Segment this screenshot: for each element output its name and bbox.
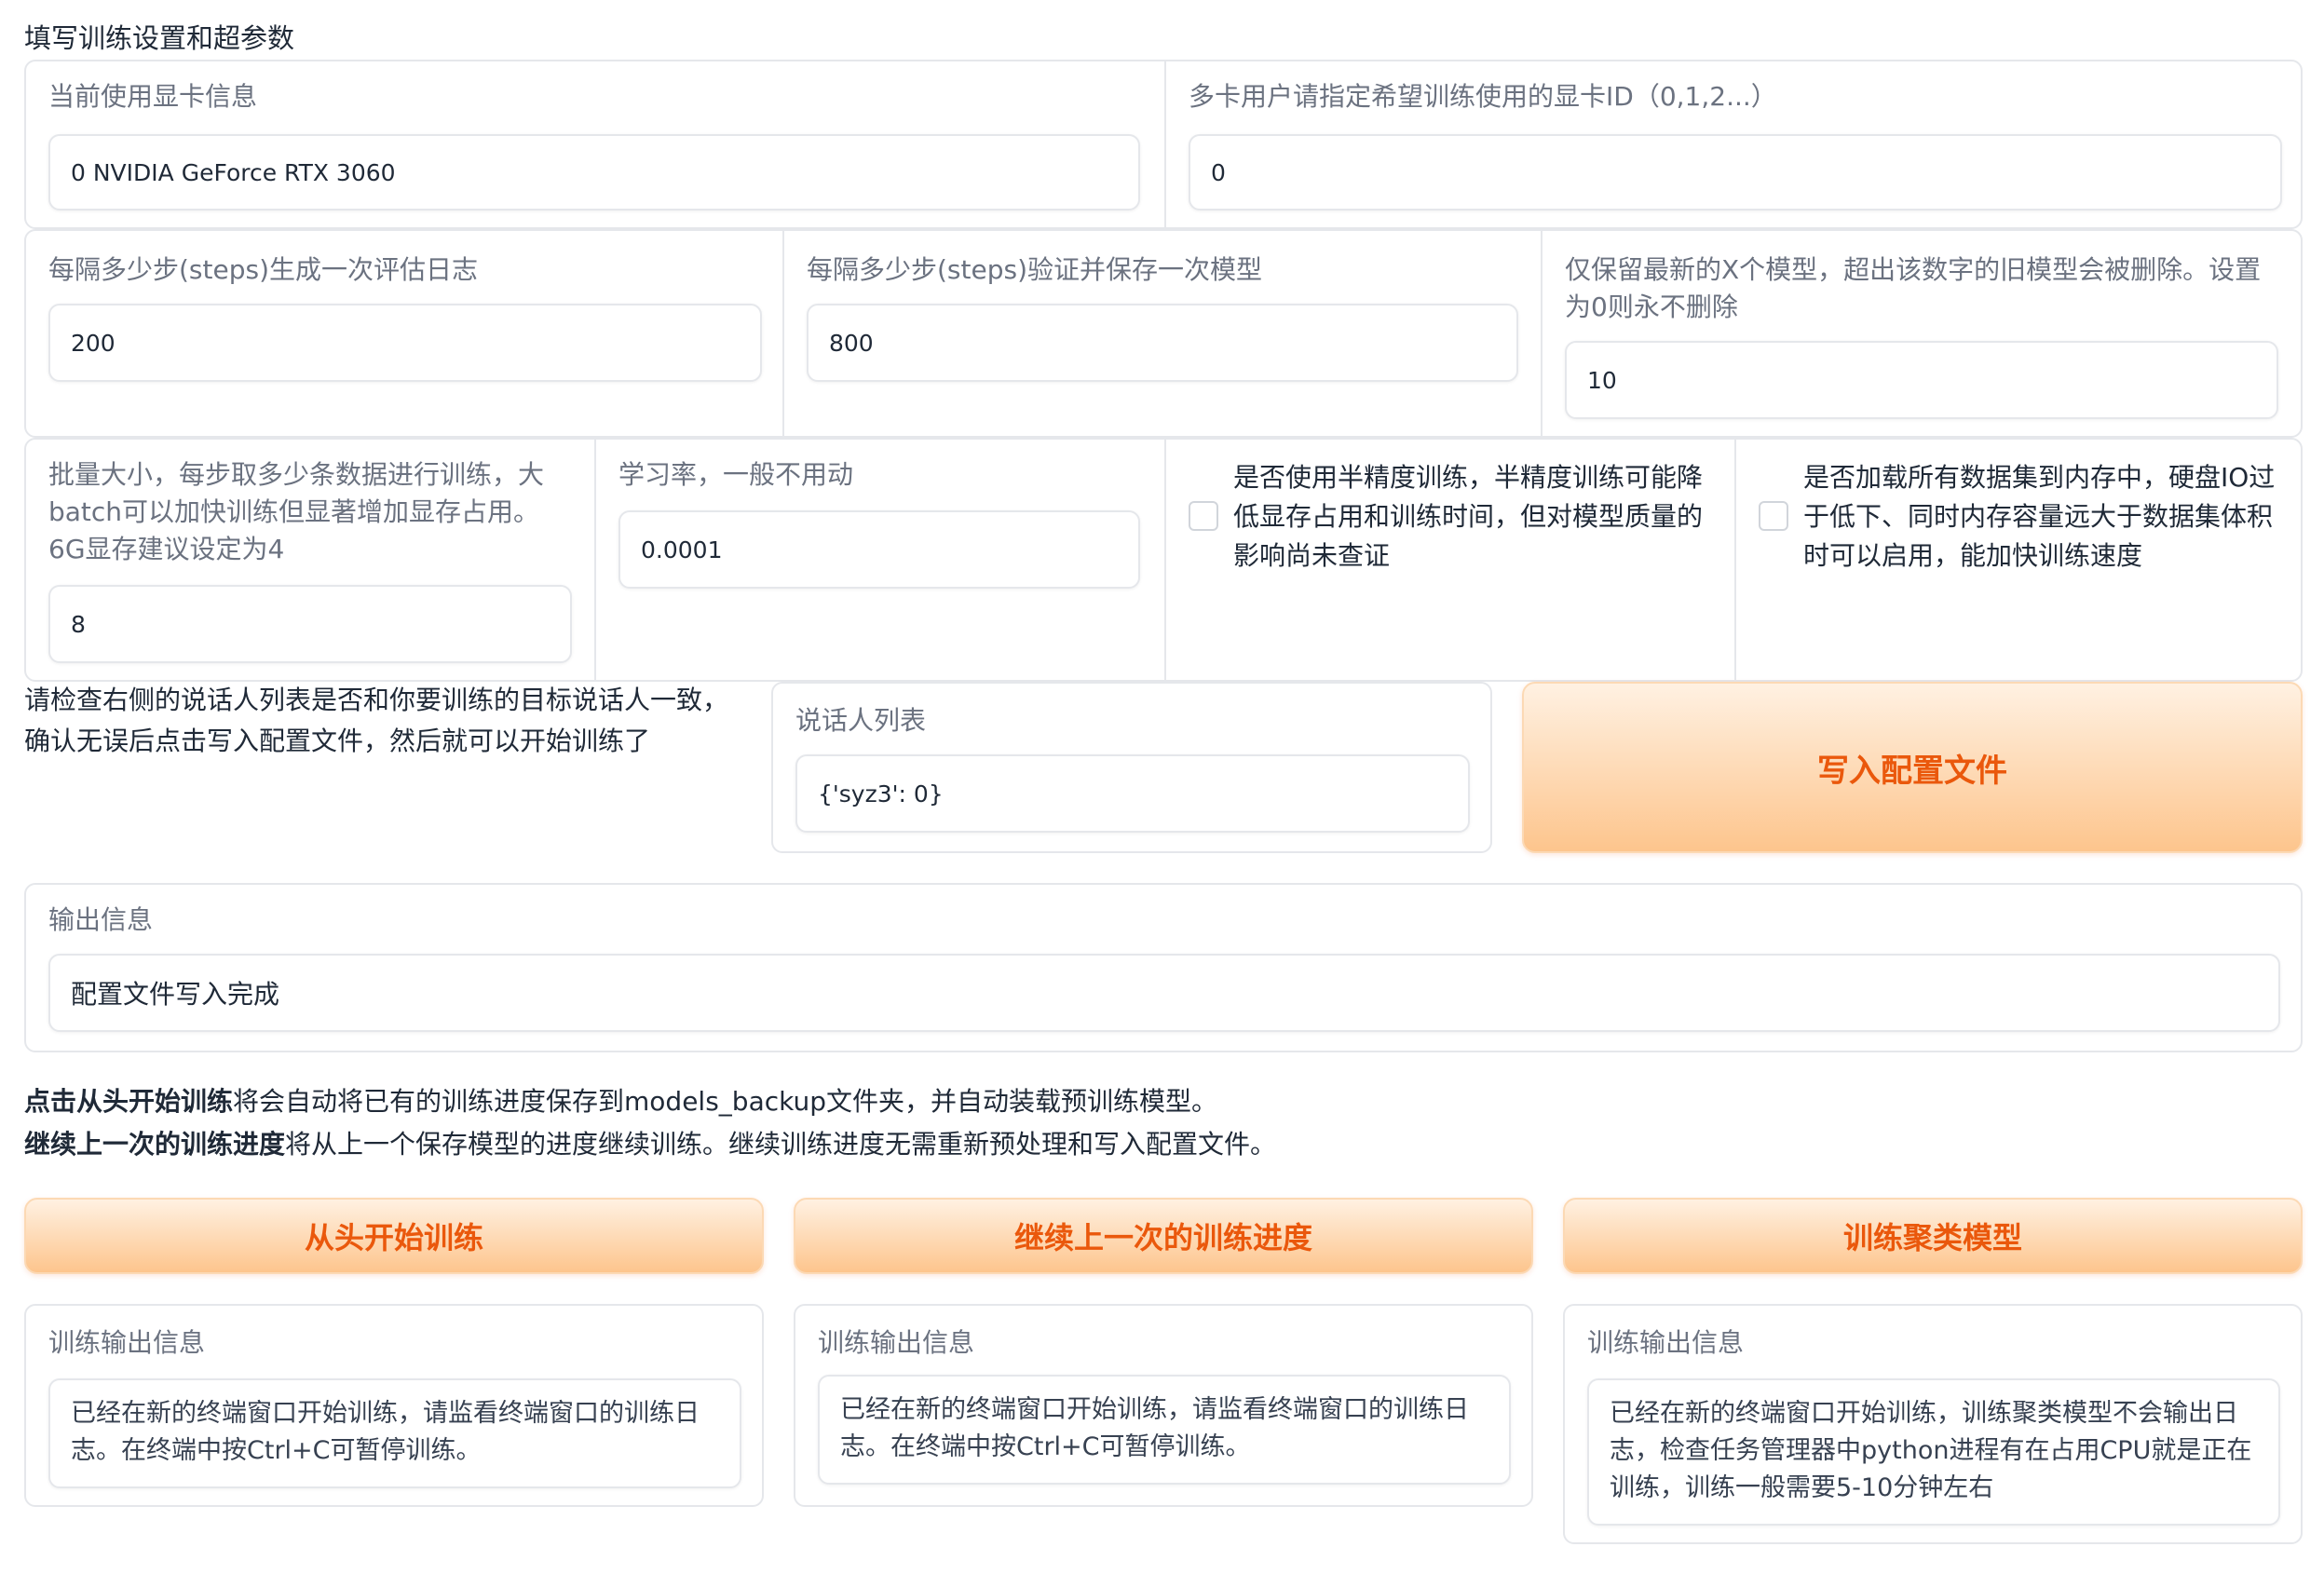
train-output-panel-3: 训练输出信息 已经在新的终端窗口开始训练，训练聚类模型不会输出日志，检查任务管理…: [1563, 1304, 2303, 1544]
train-cluster-model-button[interactable]: 训练聚类模型: [1563, 1198, 2303, 1274]
output-panel: 输出信息 配置文件写入完成: [24, 883, 2303, 1052]
learning-rate-cell: 学习率，一般不用动 0.0001: [596, 440, 1166, 680]
load-all-data-label: 是否加载所有数据集到内存中，硬盘IO过于低下、同时内存容量远大于数据集体积时可以…: [1803, 462, 2276, 571]
keep-models-label: 仅保留最新的X个模型，超出该数字的旧模型会被删除。设置为0则永不删除: [1565, 254, 2262, 322]
eval-interval-label: 每隔多少步(steps)验证并保存一次模型: [807, 254, 1263, 285]
speakers-label: 说话人列表: [795, 705, 927, 736]
keep-models-input[interactable]: 10: [1565, 341, 2278, 419]
train-output-label-2: 训练输出信息: [818, 1327, 975, 1358]
train-output-panel-2: 训练输出信息 已经在新的终端窗口开始训练，请监看终端窗口的训练日志。在终端中按C…: [794, 1304, 1533, 1507]
log-interval-cell: 每隔多少步(steps)生成一次评估日志 200: [26, 231, 784, 436]
speakers-panel: 说话人列表 {'syz3': 0}: [771, 682, 1492, 853]
note-line-2-bold: 继续上一次的训练进度: [24, 1129, 286, 1160]
note-line-1-bold: 点击从头开始训练: [24, 1086, 234, 1117]
log-interval-label: 每隔多少步(steps)生成一次评估日志: [48, 254, 479, 285]
check-hint-text: 请检查右侧的说话人列表是否和你要训练的目标说话人一致，确认无误后点击写入配置文件…: [24, 685, 729, 756]
output-label: 输出信息: [48, 904, 154, 935]
batch-size-label: 批量大小，每步取多少条数据进行训练，大batch可以加快训练但显著增加显存占用。…: [48, 459, 545, 564]
training-notes: 点击从头开始训练将会自动将已有的训练进度保存到models_backup文件夹，…: [24, 1080, 2297, 1166]
batch-size-cell: 批量大小，每步取多少条数据进行训练，大batch可以加快训练但显著增加显存占用。…: [26, 440, 596, 680]
write-config-button[interactable]: 写入配置文件: [1522, 682, 2303, 853]
section-title: 填写训练设置和超参数: [24, 22, 295, 54]
fp16-cell: 是否使用半精度训练，半精度训练可能降低显存占用和训练时间，但对模型质量的影响尚未…: [1166, 440, 1736, 680]
speakers-field[interactable]: {'syz3': 0}: [795, 754, 1470, 833]
note-line-2-text: 将从上一个保存模型的进度继续训练。继续训练进度无需重新预处理和写入配置文件。: [285, 1129, 1277, 1160]
interval-row: 每隔多少步(steps)生成一次评估日志 200 每隔多少步(steps)验证并…: [24, 229, 2303, 438]
load-all-data-checkbox[interactable]: [1759, 501, 1788, 531]
gpu-info-cell: 当前使用显卡信息 0 NVIDIA GeForce RTX 3060: [26, 61, 1166, 227]
keep-models-cell: 仅保留最新的X个模型，超出该数字的旧模型会被删除。设置为0则永不删除 10: [1543, 231, 2301, 436]
train-from-scratch-button[interactable]: 从头开始训练: [24, 1198, 764, 1274]
train-output-field-3[interactable]: 已经在新的终端窗口开始训练，训练聚类模型不会输出日志，检查任务管理器中pytho…: [1587, 1378, 2280, 1526]
train-output-label-3: 训练输出信息: [1587, 1327, 1745, 1358]
training-options-row: 批量大小，每步取多少条数据进行训练，大batch可以加快训练但显著增加显存占用。…: [24, 438, 2303, 682]
gpu-id-input[interactable]: 0: [1189, 134, 2282, 210]
train-output-field-1[interactable]: 已经在新的终端窗口开始训练，请监看终端窗口的训练日志。在终端中按Ctrl+C可暂…: [48, 1378, 741, 1488]
continue-training-button[interactable]: 继续上一次的训练进度: [794, 1198, 1533, 1274]
load-all-data-cell: 是否加载所有数据集到内存中，硬盘IO过于低下、同时内存容量远大于数据集体积时可以…: [1736, 440, 2301, 680]
train-output-label-1: 训练输出信息: [48, 1327, 206, 1358]
train-output-field-2[interactable]: 已经在新的终端窗口开始训练，请监看终端窗口的训练日志。在终端中按Ctrl+C可暂…: [818, 1375, 1511, 1485]
gpu-row: 当前使用显卡信息 0 NVIDIA GeForce RTX 3060 多卡用户请…: [24, 60, 2303, 229]
note-line-2: 继续上一次的训练进度将从上一个保存模型的进度继续训练。继续训练进度无需重新预处理…: [24, 1123, 2297, 1166]
gpu-id-label: 多卡用户请指定希望训练使用的显卡ID（0,1,2...）: [1189, 81, 1777, 112]
log-interval-input[interactable]: 200: [48, 304, 762, 382]
note-line-1-text: 将会自动将已有的训练进度保存到models_backup文件夹，并自动装载预训练…: [233, 1086, 1217, 1117]
batch-size-input[interactable]: 8: [48, 585, 572, 663]
gpu-id-cell: 多卡用户请指定希望训练使用的显卡ID（0,1,2...） 0: [1166, 61, 2301, 227]
output-field[interactable]: 配置文件写入完成: [48, 954, 2280, 1032]
gpu-info-label: 当前使用显卡信息: [48, 81, 258, 112]
fp16-label: 是否使用半精度训练，半精度训练可能降低显存占用和训练时间，但对模型质量的影响尚未…: [1233, 462, 1704, 571]
learning-rate-label: 学习率，一般不用动: [618, 459, 854, 490]
note-line-1: 点击从头开始训练将会自动将已有的训练进度保存到models_backup文件夹，…: [24, 1080, 2297, 1123]
eval-interval-input[interactable]: 800: [807, 304, 1518, 382]
train-output-panel-1: 训练输出信息 已经在新的终端窗口开始训练，请监看终端窗口的训练日志。在终端中按C…: [24, 1304, 764, 1507]
eval-interval-cell: 每隔多少步(steps)验证并保存一次模型 800: [784, 231, 1543, 436]
gpu-info-field[interactable]: 0 NVIDIA GeForce RTX 3060: [48, 134, 1140, 210]
learning-rate-input[interactable]: 0.0001: [618, 510, 1140, 589]
fp16-checkbox[interactable]: [1189, 501, 1218, 531]
